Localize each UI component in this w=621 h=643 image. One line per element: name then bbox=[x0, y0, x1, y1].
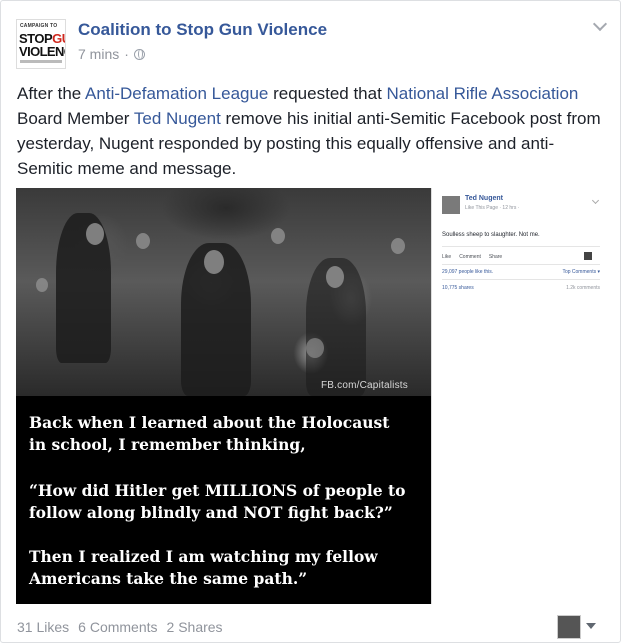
post-timestamp[interactable]: 7 mins bbox=[78, 46, 119, 62]
post-text-span: After the bbox=[17, 84, 86, 103]
post-footer: 31 Likes 6 Comments 2 Shares bbox=[17, 619, 223, 635]
avatar-divider bbox=[20, 60, 62, 63]
meme-line: Then I realized I am watching my fellow bbox=[29, 547, 378, 566]
snippet-text: Soulless sheep to slaughter. Not me. bbox=[442, 232, 540, 238]
snippet-sub: Like This Page · 12 hrs · bbox=[465, 205, 520, 211]
snippet-comment: Comment bbox=[459, 254, 481, 260]
snippet-name: Ted Nugent bbox=[465, 195, 503, 202]
snippet-mini-avatar bbox=[584, 252, 592, 260]
post-text-link[interactable]: Anti-Defamation League bbox=[85, 84, 268, 103]
meme-line: “How did Hitler get MILLIONS of people t… bbox=[29, 481, 406, 500]
meme-line: Americans take the same path.” bbox=[29, 569, 308, 588]
meme-text-box: Back when I learned about the Holocaust … bbox=[16, 396, 431, 604]
viewer-avatar[interactable] bbox=[557, 615, 581, 639]
image-watermark: FB.com/Capitalists bbox=[321, 380, 408, 391]
snippet-like: Like bbox=[442, 254, 452, 260]
snippet-comments: 1.2k comments bbox=[566, 285, 600, 291]
shares-count[interactable]: 2 Shares bbox=[167, 619, 223, 635]
likes-count[interactable]: 31 Likes bbox=[17, 619, 69, 635]
snippet-likes: 29,097 people like this. bbox=[442, 269, 494, 275]
page-name-link[interactable]: Coalition to Stop Gun Violence bbox=[78, 20, 327, 40]
fb-post-snippet: Ted Nugent Like This Page · 12 hrs · Sou… bbox=[431, 188, 608, 604]
meme-line: in school, I remember thinking, bbox=[29, 435, 306, 454]
meta-separator: · bbox=[124, 46, 129, 62]
post-text-link[interactable]: National Rifle Association bbox=[387, 84, 579, 103]
avatar-violence: VIOLENCE bbox=[19, 44, 65, 59]
globe-icon[interactable] bbox=[133, 48, 145, 60]
snippet-chevron-icon bbox=[591, 196, 600, 205]
post-meta: 7 mins · bbox=[78, 46, 145, 62]
post-text-span: requested that bbox=[268, 84, 387, 103]
post-image[interactable]: FB.com/Capitalists Back when I learned a… bbox=[16, 188, 608, 604]
post-text: After the Anti-Defamation League request… bbox=[17, 81, 607, 181]
comments-count[interactable]: 6 Comments bbox=[78, 619, 157, 635]
snippet-share: Share bbox=[488, 254, 503, 260]
viewer-dropdown-caret-icon[interactable] bbox=[586, 623, 596, 629]
meme-line: Back when I learned about the Holocaust bbox=[29, 413, 390, 432]
snippet-shares: 10,775 shares bbox=[442, 285, 474, 291]
post-options-chevron-icon[interactable] bbox=[592, 16, 608, 32]
snippet-avatar bbox=[442, 196, 460, 214]
holocaust-photo: FB.com/Capitalists bbox=[16, 188, 431, 396]
post-text-span: Board Member bbox=[17, 109, 134, 128]
post-text-link[interactable]: Ted Nugent bbox=[134, 109, 221, 128]
meme-line: follow along blindly and NOT fight back?… bbox=[29, 503, 393, 522]
avatar-tagline: CAMPAIGN TO bbox=[20, 23, 58, 29]
post-card: CAMPAIGN TO STOPGUN VIOLENCE Coalition t… bbox=[0, 0, 621, 643]
snippet-top-comments: Top Comments ▾ bbox=[562, 269, 600, 275]
snippet-actions: Like Comment Share bbox=[442, 252, 600, 262]
page-avatar[interactable]: CAMPAIGN TO STOPGUN VIOLENCE bbox=[16, 19, 66, 69]
